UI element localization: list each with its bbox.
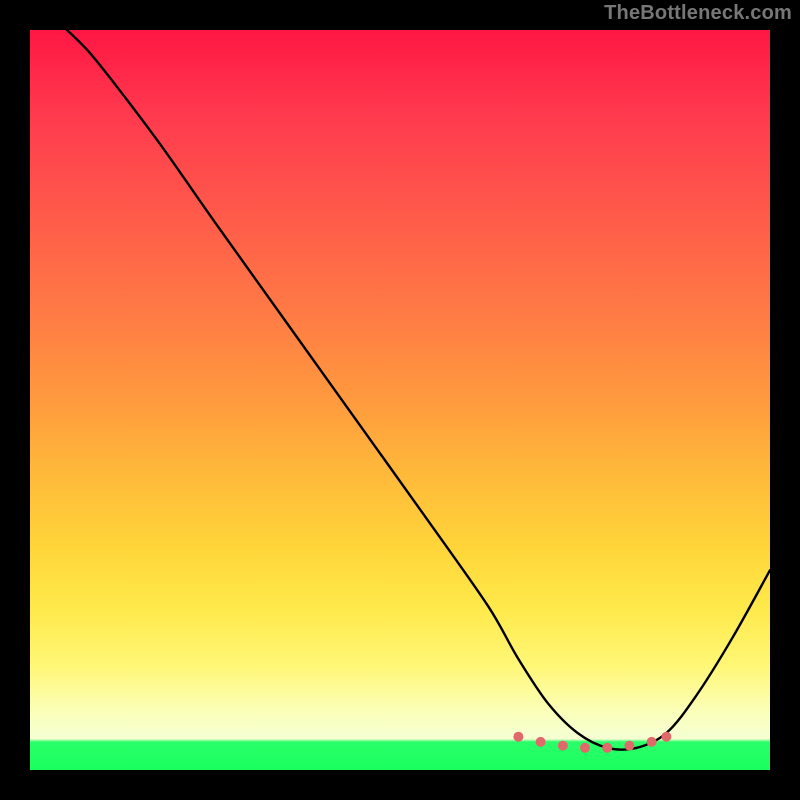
minimum-marker: [558, 741, 568, 751]
minimum-marker: [602, 743, 612, 753]
minimum-marker: [624, 741, 634, 751]
curve-layer: [30, 30, 770, 770]
minimum-marker: [661, 732, 671, 742]
minimum-marker: [513, 732, 523, 742]
watermark-label: TheBottleneck.com: [604, 2, 792, 25]
minimum-marker: [580, 743, 590, 753]
chart-container: TheBottleneck.com: [0, 0, 800, 800]
minimum-marker: [536, 737, 546, 747]
plot-area: [30, 30, 770, 770]
minimum-marker: [647, 737, 657, 747]
bottleneck-curve: [67, 30, 770, 750]
